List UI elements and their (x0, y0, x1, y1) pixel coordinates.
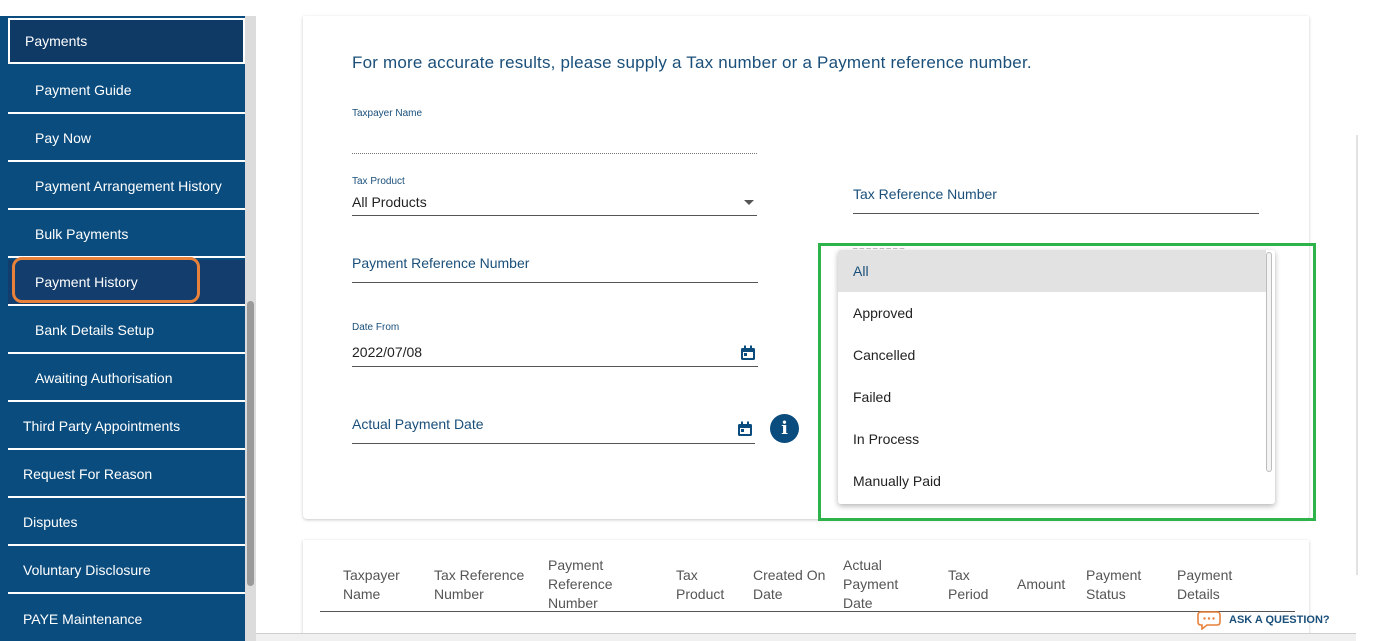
sidebar-item-paye-maintenance[interactable]: PAYE Maintenance (8, 596, 245, 641)
calendar-icon[interactable] (740, 345, 756, 361)
table-header-divider (320, 611, 1295, 612)
payment-reference-underline (352, 282, 758, 283)
dropdown-option-cancelled[interactable]: Cancelled (838, 334, 1266, 376)
page-heading: For more accurate results, please supply… (352, 53, 1032, 72)
column-header-amount[interactable]: Amount (1017, 575, 1065, 594)
sidebar-item-bulk-payments[interactable]: Bulk Payments (8, 212, 245, 258)
column-header-payment-details[interactable]: Payment Details (1177, 566, 1232, 604)
payment-status-dropdown-list[interactable]: All Approved Cancelled Failed In Process… (838, 250, 1275, 504)
column-header-line: Details (1177, 586, 1220, 602)
taxpayer-name-underline (352, 153, 757, 154)
sidebar-item-payments[interactable]: Payments (8, 18, 245, 64)
dropdown-option-all[interactable]: All (838, 250, 1266, 292)
date-from-label: Date From (352, 322, 400, 333)
sidebar-item-label: Third Party Appointments (23, 418, 181, 434)
dropdown-option-failed[interactable]: Failed (838, 376, 1266, 418)
sidebar-item-label: Disputes (23, 514, 78, 530)
column-header-taxpayer-name[interactable]: Taxpayer Name (343, 566, 400, 604)
info-icon[interactable]: i (770, 414, 799, 443)
sidebar-item-awaiting-authorisation[interactable]: Awaiting Authorisation (8, 356, 245, 402)
column-header-line: Payment (1177, 567, 1233, 583)
dropdown-scrollbar[interactable] (1266, 252, 1272, 472)
column-header-payment-status[interactable]: Payment Status (1086, 566, 1141, 604)
column-header-line: Reference (548, 576, 613, 592)
dropdown-option-label: Manually Paid (853, 473, 941, 489)
column-header-line: Tax (948, 567, 970, 583)
column-header-payment-reference-number[interactable]: Payment Reference Number (548, 556, 613, 613)
ask-question-label: ASK A QUESTION? (1229, 614, 1330, 626)
sidebar-item-label: Payment Guide (35, 82, 132, 98)
sidebar-item-payment-guide[interactable]: Payment Guide (8, 68, 245, 114)
tax-product-label: Tax Product (352, 176, 405, 187)
column-header-line: Status (1086, 586, 1126, 602)
column-header-line: Tax (676, 567, 698, 583)
sidebar-nav: Payments Payment Guide Pay Now Payment A… (0, 16, 256, 641)
column-header-tax-product[interactable]: Tax Product (676, 566, 724, 604)
column-header-tax-period[interactable]: Tax Period (948, 566, 988, 604)
actual-payment-date-underline (352, 443, 755, 444)
tax-product-underline (352, 215, 757, 216)
date-from-input[interactable]: 2022/07/08 (352, 344, 422, 360)
column-header-line: Date (753, 586, 783, 602)
dropdown-option-in-process[interactable]: In Process (838, 418, 1266, 460)
sidebar-scrollbar-thumb[interactable] (247, 301, 254, 586)
column-header-line: Name (343, 586, 381, 602)
column-header-line: Tax Reference (434, 567, 525, 583)
sidebar-item-label: Awaiting Authorisation (35, 370, 173, 386)
column-header-line: Period (948, 586, 989, 602)
page-scroll-track[interactable] (1356, 135, 1358, 575)
column-header-line: Created On (753, 567, 826, 583)
actual-payment-date-input[interactable]: Actual Payment Date (352, 416, 484, 432)
column-header-created-on-date[interactable]: Created On Date (753, 566, 825, 604)
column-header-line: Number (434, 586, 484, 602)
calendar-icon[interactable] (737, 421, 753, 437)
column-header-line: Taxpayer (343, 567, 400, 583)
column-header-line: Payment (843, 576, 899, 592)
horizontal-scrollbar[interactable] (256, 633, 1356, 641)
sidebar-item-request-for-reason[interactable]: Request For Reason (8, 452, 245, 498)
sidebar-item-label: PAYE Maintenance (23, 611, 143, 627)
column-header-line: Actual (843, 557, 882, 573)
dropdown-option-approved[interactable]: Approved (838, 292, 1266, 334)
chevron-down-icon[interactable] (744, 200, 754, 205)
sidebar-item-label: Payment Arrangement History (35, 178, 222, 194)
column-header-tax-reference-number[interactable]: Tax Reference Number (434, 566, 524, 604)
column-header-line: Product (676, 586, 725, 602)
sidebar-item-pay-now[interactable]: Pay Now (8, 116, 245, 162)
sidebar-item-label: Request For Reason (23, 466, 153, 482)
taxpayer-name-input[interactable] (352, 126, 757, 152)
date-from-underline (352, 366, 758, 367)
column-header-line: Payment (548, 557, 604, 573)
sidebar-scrollbar[interactable] (245, 16, 256, 641)
sidebar-item-label: Payment History (35, 274, 138, 290)
ask-question-button[interactable]: ASK A QUESTION? (1197, 610, 1330, 630)
sidebar-item-label: Bank Details Setup (35, 322, 155, 338)
sidebar-item-bank-details-setup[interactable]: Bank Details Setup (8, 308, 245, 354)
obscured-field-label: _ _ _ _ _ _ _ _ (853, 240, 905, 249)
sidebar-item-label: Bulk Payments (35, 226, 129, 242)
sidebar-item-disputes[interactable]: Disputes (8, 500, 245, 546)
dropdown-option-manually-paid[interactable]: Manually Paid (838, 460, 1266, 502)
dropdown-option-label: Cancelled (853, 347, 916, 363)
sidebar-item-label: Payments (25, 33, 88, 49)
column-header-line: Amount (1017, 576, 1066, 592)
taxpayer-name-label: Taxpayer Name (352, 108, 423, 119)
sidebar-item-payment-history[interactable]: Payment History (8, 260, 245, 306)
tax-reference-number-input[interactable]: Tax Reference Number (853, 186, 997, 202)
dropdown-option-label: Failed (853, 389, 892, 405)
sidebar-item-payment-arrangement-history[interactable]: Payment Arrangement History (8, 164, 245, 210)
sidebar-item-voluntary-disclosure[interactable]: Voluntary Disclosure (8, 548, 245, 594)
tax-product-select[interactable]: All Products (352, 194, 427, 210)
payment-reference-number-input[interactable]: Payment Reference Number (352, 255, 529, 271)
column-header-actual-payment-date[interactable]: Actual Payment Date (843, 556, 898, 613)
chat-bubble-icon (1197, 611, 1221, 630)
dropdown-option-label: Approved (853, 305, 913, 321)
dropdown-option-label: In Process (853, 431, 920, 447)
sidebar-item-label: Pay Now (35, 130, 92, 146)
dropdown-option-label: All (853, 263, 869, 279)
sidebar-item-third-party-appointments[interactable]: Third Party Appointments (8, 404, 245, 450)
tax-reference-underline (853, 213, 1259, 214)
column-header-line: Payment (1086, 567, 1142, 583)
sidebar-item-label: Voluntary Disclosure (23, 562, 151, 578)
